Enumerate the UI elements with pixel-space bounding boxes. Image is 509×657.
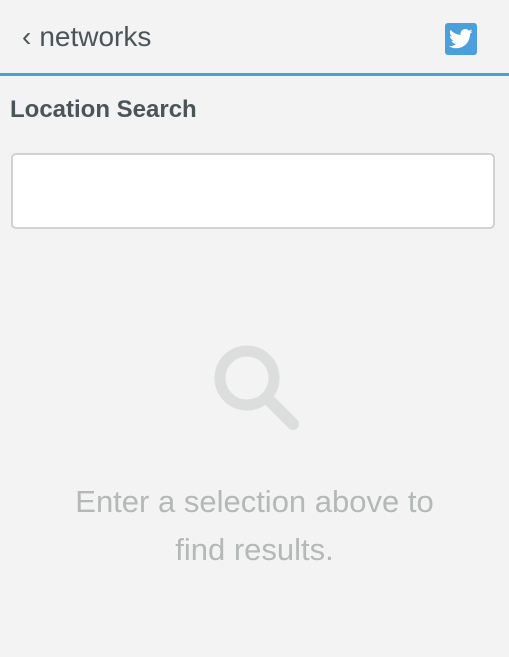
twitter-icon bbox=[449, 29, 473, 49]
top-bar: ‹ networks bbox=[0, 0, 509, 76]
empty-state-line-2: find results. bbox=[175, 532, 334, 567]
back-link-label: networks bbox=[39, 21, 152, 52]
empty-state-line-1: Enter a selection above to bbox=[75, 484, 434, 519]
magnifier-icon bbox=[214, 345, 299, 430]
location-search-label: Location Search bbox=[10, 96, 197, 123]
back-to-networks-link[interactable]: ‹ networks bbox=[22, 18, 151, 56]
location-search-input[interactable] bbox=[11, 153, 495, 229]
empty-state-message: Enter a selection above to find results. bbox=[0, 478, 509, 574]
twitter-network-button[interactable] bbox=[445, 23, 477, 55]
chevron-left-icon: ‹ bbox=[22, 21, 32, 52]
